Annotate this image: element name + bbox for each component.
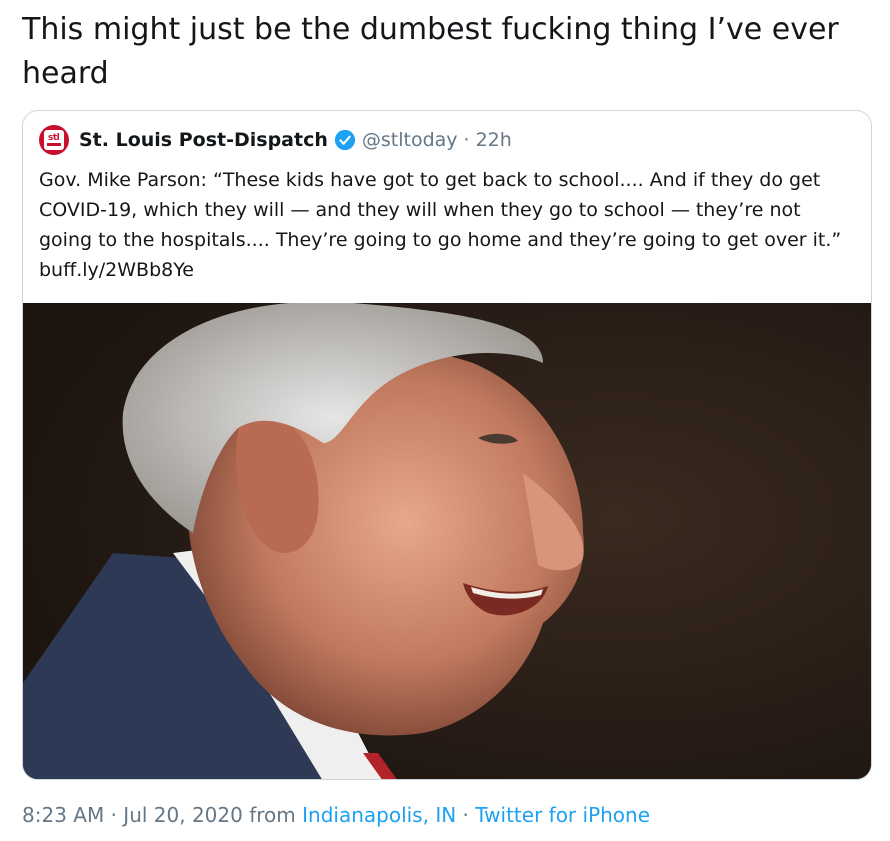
quoted-tweet-body: Gov. Mike Parson: “These kids have got t… bbox=[39, 169, 842, 251]
quoted-tweet-card[interactable]: stl St. Louis Post-Dispatch @stltoday · … bbox=[22, 110, 872, 780]
display-name[interactable]: St. Louis Post-Dispatch bbox=[79, 129, 328, 151]
photo-illustration bbox=[23, 303, 871, 779]
verified-badge-icon bbox=[334, 129, 355, 151]
avatar-logo: stl bbox=[44, 130, 64, 150]
separator-dot: · bbox=[463, 129, 470, 151]
client-link[interactable]: Twitter for iPhone bbox=[475, 803, 650, 827]
quoted-tweet-link[interactable]: buff.ly/2WBb8Ye bbox=[39, 259, 194, 281]
quoted-time[interactable]: 22h bbox=[476, 129, 512, 151]
from-label: from bbox=[249, 803, 296, 827]
avatar[interactable]: stl bbox=[39, 125, 69, 155]
tweet-text: This might just be the dumbest fucking t… bbox=[22, 12, 839, 91]
separator-dot: · bbox=[110, 803, 117, 827]
handle[interactable]: @stltoday bbox=[362, 129, 458, 151]
avatar-bar bbox=[47, 143, 61, 146]
location-link[interactable]: Indianapolis, IN bbox=[302, 803, 456, 827]
tweet-date[interactable]: Jul 20, 2020 bbox=[123, 803, 243, 827]
separator-dot: · bbox=[462, 803, 469, 827]
quoted-tweet-photo[interactable] bbox=[23, 303, 871, 779]
quoted-tweet-header: stl St. Louis Post-Dispatch @stltoday · … bbox=[39, 125, 512, 155]
tweet-time[interactable]: 8:23 AM bbox=[22, 803, 104, 827]
tweet-meta: 8:23 AM · Jul 20, 2020 from Indianapolis… bbox=[22, 803, 650, 827]
quoted-tweet-text: Gov. Mike Parson: “These kids have got t… bbox=[39, 165, 859, 285]
avatar-text: stl bbox=[48, 133, 60, 143]
